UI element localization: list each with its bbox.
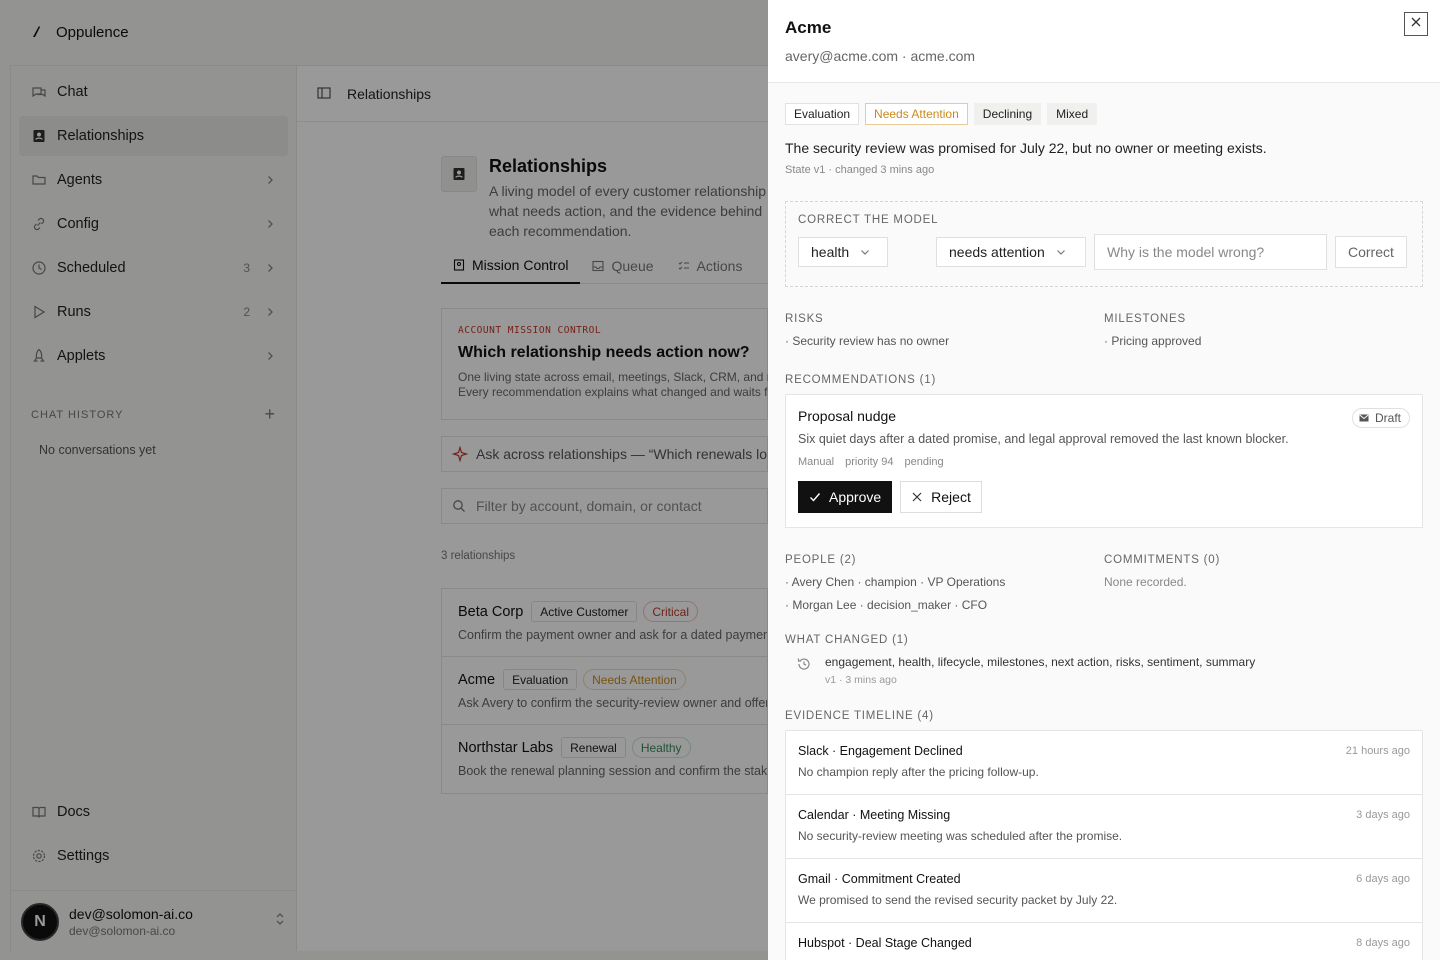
recommendations-section: RECOMMENDATIONS (1) Proposal nudge Draft… (785, 374, 1423, 528)
value-select[interactable]: needs attention (936, 237, 1086, 267)
risk-item: · Security review has no owner (785, 334, 950, 348)
timeline-description: No champion reply after the pricing foll… (798, 765, 1039, 779)
reject-label: Reject (931, 489, 971, 505)
panel-header: Acme avery@acme.com · acme.com (768, 0, 1440, 83)
people-section: PEOPLE (2) · Avery Chen · champion · VP … (785, 554, 1104, 612)
mail-icon (1359, 413, 1369, 423)
recommendation-title: Proposal nudge (798, 408, 897, 424)
stage-badge: Evaluation (785, 103, 860, 125)
panel-title: Acme (785, 18, 832, 37)
chevron-down-icon (1055, 246, 1067, 258)
risks-milestones: RISKS · Security review has no owner MIL… (785, 313, 1423, 348)
check-icon (809, 491, 821, 503)
change-item: engagement, health, lifecycle, milestone… (785, 655, 1423, 686)
recommendation-actions: Approve Reject (798, 481, 1410, 513)
timeline-time: 8 days ago (1356, 937, 1410, 949)
recommendation-card: Proposal nudge Draft Six quiet days afte… (785, 394, 1423, 528)
milestones-section: MILESTONES · Pricing approved (1104, 313, 1423, 348)
section-label: CORRECT THE MODEL (798, 214, 939, 226)
section-label: RECOMMENDATIONS (1) (785, 374, 937, 386)
section-label: RISKS (785, 313, 824, 325)
approve-label: Approve (829, 489, 882, 505)
modal-backdrop[interactable] (0, 0, 768, 960)
close-icon (911, 491, 923, 503)
correction-reason-input[interactable] (1094, 234, 1327, 270)
timeline-title: Gmail · Commitment Created (798, 872, 961, 886)
value-select-value: needs attention (949, 244, 1045, 260)
person-item: · Avery Chen · champion · VP Operations (785, 575, 1006, 589)
recommendation-priority: priority 94 (845, 456, 894, 468)
timeline-time: 3 days ago (1356, 809, 1410, 821)
status-badge: Draft (1351, 408, 1410, 428)
timeline-item[interactable]: Gmail · Commitment Created 6 days ago We… (786, 859, 1422, 923)
field-select-value: health (811, 244, 850, 260)
timeline-item[interactable]: Hubspot · Deal Stage Changed 8 days ago (786, 923, 1422, 960)
evidence-timeline-section: EVIDENCE TIMELINE (4) Slack · Engagement… (785, 710, 1423, 960)
health-badge: Needs Attention (865, 103, 968, 125)
recommendation-meta: Manual priority 94 pending (798, 456, 1410, 468)
badge-label: Draft (1374, 411, 1401, 425)
recommendation-source: Manual (798, 456, 835, 468)
chevron-down-icon (859, 246, 871, 258)
evidence-timeline: Slack · Engagement Declined 21 hours ago… (785, 730, 1423, 960)
people-commitments: PEOPLE (2) · Avery Chen · champion · VP … (785, 554, 1423, 612)
section-label: EVIDENCE TIMELINE (4) (785, 710, 934, 722)
timeline-title: Slack · Engagement Declined (798, 744, 963, 758)
what-changed-section: WHAT CHANGED (1) engagement, health, lif… (785, 634, 1423, 686)
state-version: State v1 · changed 3 mins ago (785, 164, 935, 176)
person-item: · Morgan Lee · decision_maker · CFO (785, 598, 988, 612)
recommendation-description: Six quiet days after a dated promise, an… (798, 432, 1289, 446)
close-icon (1410, 15, 1422, 33)
sentiment-badge: Mixed (1047, 103, 1098, 125)
relationship-detail-panel: Acme avery@acme.com · acme.com Evaluatio… (768, 0, 1440, 960)
change-version: v1 · 3 mins ago (825, 674, 897, 686)
trend-badge: Declining (973, 103, 1042, 125)
section-label: COMMITMENTS (0) (1104, 554, 1221, 566)
correct-button[interactable]: Correct (1335, 236, 1407, 268)
correct-model-row: health needs attention Correct (798, 234, 1410, 270)
state-summary: The security review was promised for Jul… (785, 140, 1267, 156)
field-select[interactable]: health (798, 237, 888, 267)
timeline-description: We promised to send the revised security… (798, 893, 1118, 907)
timeline-item[interactable]: Calendar · Meeting Missing 3 days ago No… (786, 795, 1422, 859)
section-label: WHAT CHANGED (1) (785, 634, 909, 646)
commitments-section: COMMITMENTS (0) None recorded. (1104, 554, 1423, 612)
timeline-description: No security-review meeting was scheduled… (798, 829, 1123, 843)
section-label: PEOPLE (2) (785, 554, 857, 566)
close-button[interactable] (1404, 12, 1428, 36)
reject-button[interactable]: Reject (900, 481, 982, 513)
timeline-item[interactable]: Slack · Engagement Declined 21 hours ago… (786, 731, 1422, 795)
panel-subtitle: avery@acme.com · acme.com (785, 48, 976, 64)
correct-model-box: CORRECT THE MODEL health needs attention… (785, 201, 1423, 287)
panel-body: Evaluation Needs Attention Declining Mix… (768, 83, 1440, 960)
timeline-title: Hubspot · Deal Stage Changed (798, 936, 972, 950)
milestone-item: · Pricing approved (1104, 334, 1202, 348)
section-label: MILESTONES (1104, 313, 1186, 325)
timeline-title: Calendar · Meeting Missing (798, 808, 951, 822)
approve-button[interactable]: Approve (798, 481, 893, 513)
tag-row: Evaluation Needs Attention Declining Mix… (785, 103, 1423, 125)
timeline-time: 21 hours ago (1345, 745, 1410, 757)
risks-section: RISKS · Security review has no owner (785, 313, 1104, 348)
timeline-time: 6 days ago (1356, 873, 1410, 885)
change-fields: engagement, health, lifecycle, milestone… (825, 655, 1256, 669)
recommendation-status: pending (904, 456, 944, 468)
history-icon (797, 657, 811, 671)
commitments-empty: None recorded. (1104, 575, 1187, 589)
